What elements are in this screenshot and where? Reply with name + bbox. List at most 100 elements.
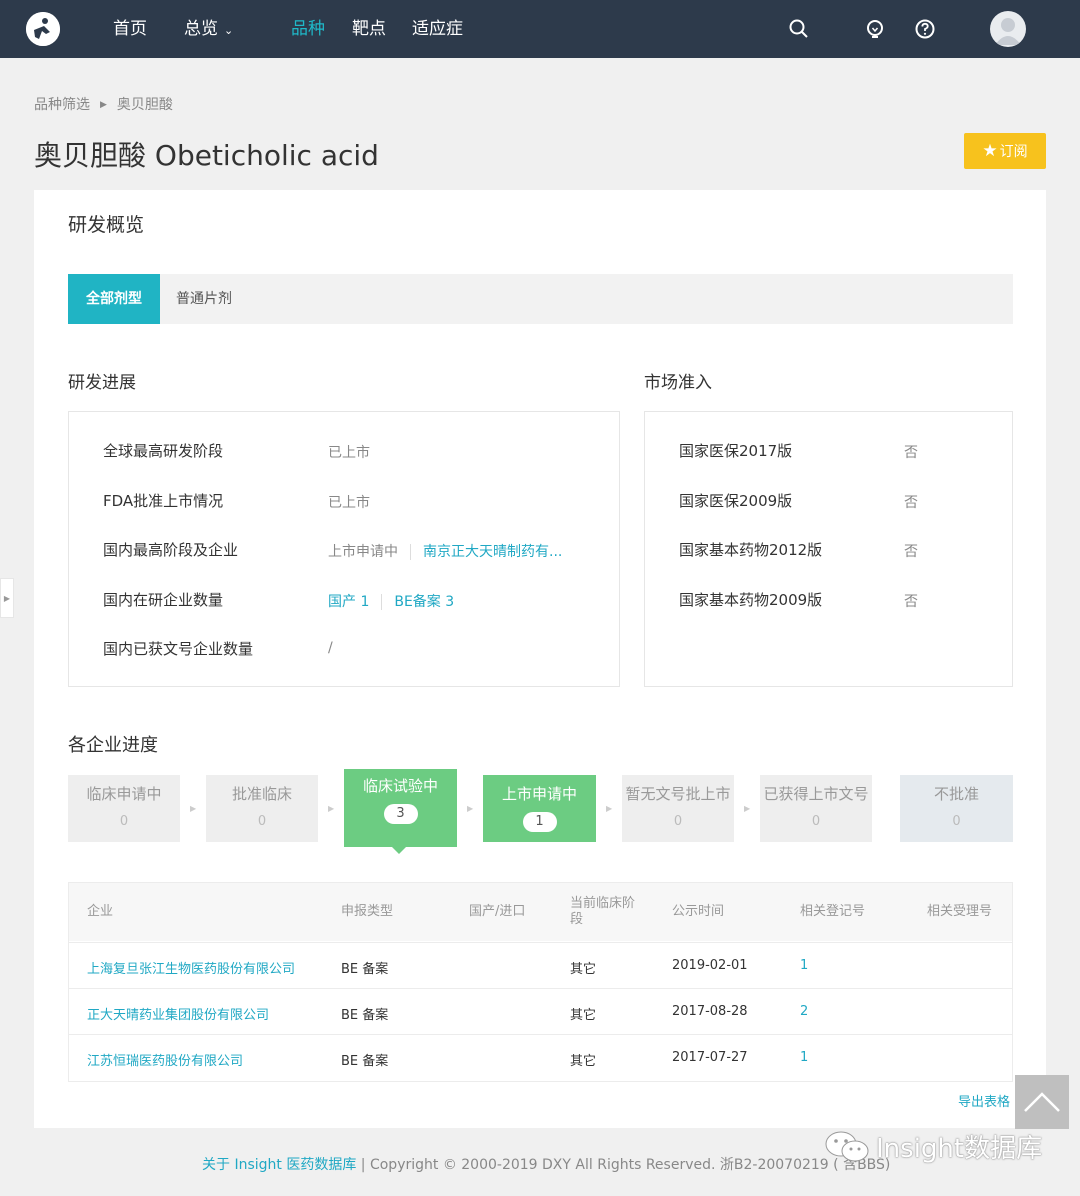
subscribe-button[interactable]: ★ 订阅 bbox=[964, 133, 1046, 169]
progress-row-value: / bbox=[328, 640, 333, 656]
clinical-stage: 其它 bbox=[570, 1008, 597, 1023]
market-row-value: 否 bbox=[904, 544, 918, 560]
progress-row-value: 已上市 bbox=[328, 445, 370, 461]
publish-date: 2017-08-28 bbox=[672, 1004, 748, 1019]
table-row: 正大天晴药业集团股份有限公司 BE 备案 其它 2017-08-28 2 bbox=[69, 988, 1012, 1034]
overview-title: 研发概览 bbox=[68, 214, 145, 236]
progress-row-value: 国产 1 BE备案 3 bbox=[328, 591, 454, 611]
back-to-top-button[interactable] bbox=[1015, 1075, 1069, 1129]
tab-normal-tablet[interactable]: 普通片剂 bbox=[176, 274, 232, 324]
company-link[interactable]: 正大天晴药业集团股份有限公司 bbox=[87, 1004, 269, 1023]
market-row-label: 国家基本药物2009版 bbox=[679, 591, 823, 609]
stage-number-obtained[interactable]: 已获得上市文号 0 bbox=[760, 775, 872, 842]
market-row-label: 国家医保2009版 bbox=[679, 492, 793, 510]
company-link[interactable]: 南京正大天晴制药有... bbox=[423, 544, 562, 560]
divider bbox=[381, 594, 383, 610]
market-row-label: 国家医保2017版 bbox=[679, 442, 793, 460]
nav-indications[interactable]: 适应症 bbox=[412, 17, 463, 41]
top-nav: 首页 总览 ⌄ 品种 靶点 适应症 bbox=[0, 0, 1080, 58]
company-link[interactable]: 江苏恒瑞医药股份有限公司 bbox=[87, 1050, 243, 1069]
tab-all-dosage[interactable]: 全部剂型 bbox=[68, 274, 160, 324]
stage-no-number-approved[interactable]: 暂无文号批上市 0 bbox=[622, 775, 734, 842]
market-row-label: 国家基本药物2012版 bbox=[679, 541, 823, 559]
stage-clinical-approved[interactable]: 批准临床 0 bbox=[206, 775, 318, 842]
stage-label: 暂无文号批上市 bbox=[625, 785, 731, 803]
domestic-count-link[interactable]: 国产 1 bbox=[328, 594, 369, 610]
sidebar-toggle[interactable]: ▶ bbox=[0, 578, 14, 618]
table-row: 上海复旦张江生物医药股份有限公司 BE 备案 其它 2019-02-01 1 bbox=[69, 942, 1012, 988]
nav-targets[interactable]: 靶点 bbox=[352, 17, 386, 41]
about-link[interactable]: 关于 Insight 医药数据库 bbox=[202, 1157, 356, 1173]
progress-row-label: 国内最高阶段及企业 bbox=[103, 541, 239, 559]
nav-home[interactable]: 首页 bbox=[113, 17, 147, 41]
nav-varieties-label: 品种 bbox=[291, 19, 325, 39]
column-header: 相关登记号 bbox=[800, 904, 866, 919]
nav-overview-label: 总览 bbox=[184, 19, 218, 39]
stage-count: 3 bbox=[383, 804, 418, 824]
breadcrumb-root[interactable]: 品种筛选 bbox=[34, 97, 90, 113]
company-link[interactable]: 上海复旦张江生物医药股份有限公司 bbox=[87, 958, 295, 977]
lightbulb-icon[interactable] bbox=[864, 18, 886, 40]
arrow-right-icon: ▶ bbox=[606, 804, 613, 813]
divider bbox=[410, 544, 411, 560]
star-icon: ★ bbox=[982, 141, 998, 161]
nav-overview[interactable]: 总览 ⌄ bbox=[184, 17, 233, 43]
stage-count: 0 bbox=[119, 814, 129, 829]
search-icon[interactable] bbox=[788, 18, 810, 40]
logo-icon[interactable] bbox=[26, 12, 60, 46]
breadcrumb: 品种筛选 ▶ 奥贝胆酸 bbox=[34, 94, 173, 114]
publish-date: 2019-02-01 bbox=[672, 958, 748, 973]
nav-targets-label: 靶点 bbox=[352, 19, 386, 39]
table-header: 企业 申报类型 国产/进口 当前临床阶段 公示时间 相关登记号 相关受理号 bbox=[69, 883, 1012, 941]
stage-market-application[interactable]: 上市申请中 1 bbox=[483, 775, 596, 842]
watermark-text: Insight数据库 bbox=[876, 1134, 1043, 1164]
clinical-stage: 其它 bbox=[570, 962, 597, 977]
progress-stage-value: 上市申请中 bbox=[328, 544, 398, 560]
stage-count: 0 bbox=[673, 814, 683, 829]
column-header: 相关受理号 bbox=[927, 904, 993, 919]
stage-label: 批准临床 bbox=[231, 785, 292, 803]
watermark: Insight数据库 bbox=[824, 1128, 1042, 1165]
stage-count: 0 bbox=[952, 814, 961, 829]
copyright-text: | Copyright © 2000-2019 DXY All Rights R… bbox=[360, 1157, 891, 1173]
enterprise-title: 各企业进度 bbox=[68, 735, 158, 756]
table-row: 江苏恒瑞医药股份有限公司 BE 备案 其它 2017-07-27 1 bbox=[69, 1034, 1012, 1080]
stage-rejected[interactable]: 不批准 0 bbox=[900, 775, 1013, 842]
registration-link[interactable]: 2 bbox=[800, 1004, 808, 1019]
market-box: 国家医保2017版 否 国家医保2009版 否 国家基本药物2012版 否 国家… bbox=[644, 411, 1013, 687]
subscribe-label: 订阅 bbox=[999, 144, 1028, 160]
caret-right-icon: ▶ bbox=[100, 100, 107, 110]
stage-label: 上市申请中 bbox=[501, 785, 577, 803]
chevron-down-icon: ⌄ bbox=[224, 24, 234, 37]
export-table-link[interactable]: 导出表格 bbox=[958, 1091, 1010, 1110]
help-icon[interactable] bbox=[914, 18, 936, 40]
market-title: 市场准入 bbox=[644, 373, 712, 393]
wechat-icon bbox=[825, 1131, 869, 1161]
registration-link[interactable]: 1 bbox=[800, 1050, 808, 1065]
progress-row-label: 全球最高研发阶段 bbox=[103, 442, 224, 460]
stage-label: 临床申请中 bbox=[86, 785, 162, 803]
publish-date: 2017-07-27 bbox=[672, 1050, 748, 1065]
avatar[interactable] bbox=[990, 11, 1026, 47]
registration-link[interactable]: 1 bbox=[800, 958, 808, 973]
arrow-right-icon: ▶ bbox=[467, 804, 474, 813]
arrow-right-icon: ▶ bbox=[328, 804, 335, 813]
market-row-value: 否 bbox=[904, 445, 918, 461]
be-count-link[interactable]: BE备案 3 bbox=[394, 594, 454, 610]
footer: 关于 Insight 医药数据库 | Copyright © 2000-2019… bbox=[202, 1154, 890, 1174]
column-header: 申报类型 bbox=[341, 904, 394, 919]
nav-varieties[interactable]: 品种 bbox=[291, 17, 325, 41]
report-type: BE 备案 bbox=[341, 1054, 389, 1069]
page-title: 奥贝胆酸 Obeticholic acid bbox=[34, 139, 379, 172]
stage-label: 临床试验中 bbox=[362, 777, 438, 795]
stage-label: 不批准 bbox=[933, 785, 979, 803]
chevron-up-icon bbox=[1024, 1092, 1060, 1112]
stage-clinical-trial[interactable]: 临床试验中 3 bbox=[344, 769, 457, 847]
stage-count: 0 bbox=[811, 814, 821, 829]
stage-clinical-application[interactable]: 临床申请中 0 bbox=[68, 775, 180, 842]
progress-title: 研发进展 bbox=[68, 373, 136, 393]
column-header: 企业 bbox=[87, 904, 114, 919]
clinical-stage: 其它 bbox=[570, 1054, 597, 1069]
market-row-value: 否 bbox=[904, 495, 918, 511]
stage-count: 1 bbox=[522, 812, 557, 832]
